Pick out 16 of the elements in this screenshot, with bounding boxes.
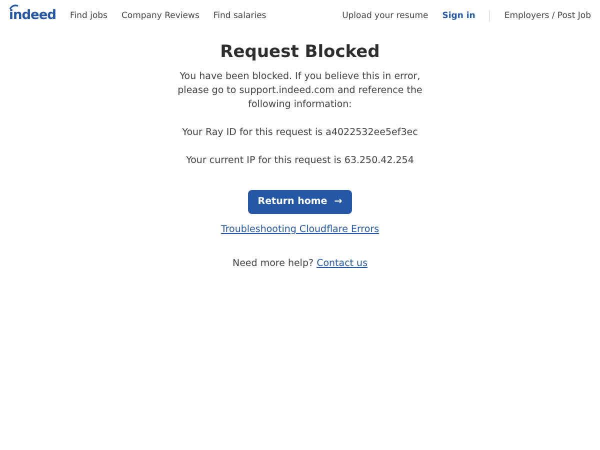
indeed-logo[interactable]: indeed xyxy=(9,6,56,26)
nav-link[interactable]: Company Reviews xyxy=(121,10,200,22)
upload-resume-link[interactable]: Upload your resume xyxy=(342,10,428,22)
page-title: Request Blocked xyxy=(220,41,380,64)
nav-link[interactable]: Find jobs xyxy=(70,10,108,22)
arc-icon xyxy=(9,4,19,10)
ray-id-text: Your Ray ID for this request is a4022532ee5ef3ec xyxy=(182,126,418,140)
help-text: Need more help? Contact us xyxy=(232,257,368,272)
troubleshooting-link[interactable]: Troubleshooting Cloudflare Errors xyxy=(220,223,380,238)
sign-in-link[interactable]: Sign in xyxy=(442,10,476,22)
blocked-message: You have been blocked. If you believe this in error, please go to support.indeed.com and reference the following information: xyxy=(176,70,424,112)
ip-text: Your current IP for this request is 63.250.42.254 xyxy=(186,154,414,168)
employers-link[interactable]: Employers / Post Job xyxy=(489,10,591,22)
nav-link[interactable]: Find salaries xyxy=(213,10,266,22)
contact-link[interactable]: Contact us xyxy=(316,258,368,270)
return-home-button[interactable]: Return home → xyxy=(248,190,352,214)
